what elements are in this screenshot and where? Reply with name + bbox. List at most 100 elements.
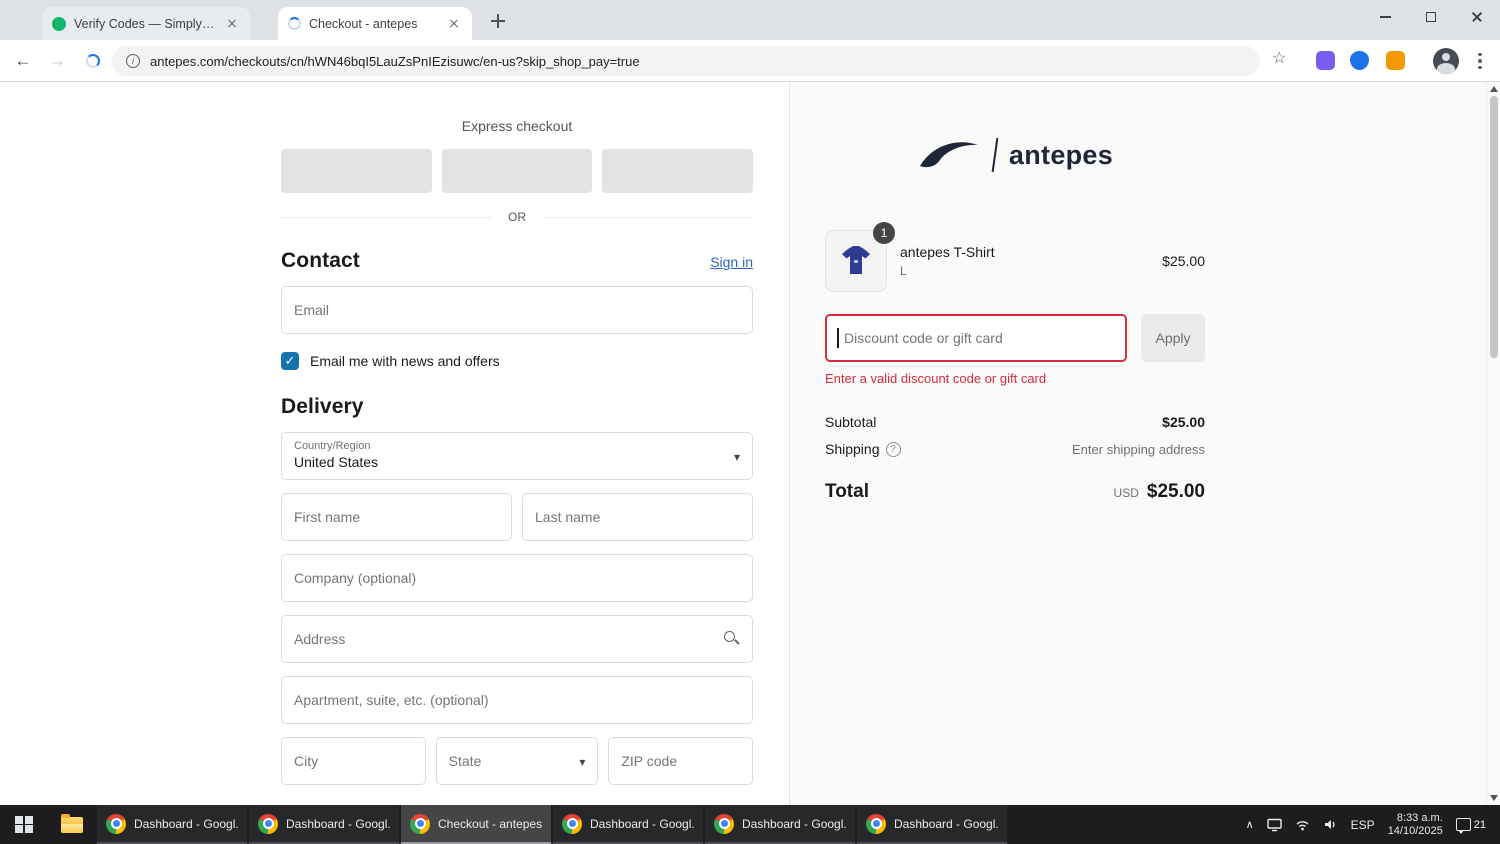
taskbar-clock[interactable]: 8:33 a.m. 14/10/2025: [1388, 812, 1443, 838]
cart-line-item: 1 antepes T-Shirt L $25.00: [825, 222, 1205, 292]
folder-icon: [61, 813, 83, 833]
window-maximize-button[interactable]: [1408, 0, 1454, 34]
zip-field[interactable]: [608, 737, 754, 785]
tray-expand-icon[interactable]: [1246, 818, 1254, 831]
tab-simplycodes[interactable]: Verify Codes — SimplyCodes: [42, 7, 250, 40]
express-checkout-title: Express checkout: [461, 118, 573, 134]
store-logo: antepes: [825, 136, 1205, 174]
address-field[interactable]: [281, 615, 753, 663]
profile-avatar[interactable]: [1433, 48, 1459, 74]
taskbar-app-label: Dashboard - Googl...: [286, 816, 390, 831]
tab-close-icon[interactable]: [446, 16, 462, 32]
tab-close-icon[interactable]: [224, 16, 240, 32]
logo-swoosh-icon: [919, 142, 978, 168]
windows-taskbar: Dashboard - Googl... Dashboard - Googl..…: [0, 805, 1500, 844]
page-scrollbar[interactable]: [1486, 82, 1500, 805]
newsletter-label: Email me with news and offers: [310, 353, 500, 369]
taskbar-app-label: Dashboard - Googl...: [590, 816, 694, 831]
state-select[interactable]: State: [435, 737, 599, 785]
tshirt-image-icon: [842, 246, 870, 274]
taskbar-app-dashboard-5[interactable]: Dashboard - Googl...: [857, 805, 1007, 844]
language-indicator[interactable]: ESP: [1351, 818, 1375, 832]
country-value: United States: [294, 454, 379, 470]
forward-button-icon[interactable]: [44, 48, 70, 74]
cost-summary: Subtotal $25.00 Shipping Enter shipping …: [825, 414, 1205, 503]
extension-icon-3[interactable]: [1386, 51, 1405, 70]
page-loading-spinner-icon[interactable]: [80, 48, 106, 74]
product-thumbnail: 1: [825, 222, 895, 292]
discount-code-input[interactable]: [825, 314, 1127, 362]
search-icon: [724, 631, 740, 647]
window-close-button[interactable]: [1454, 0, 1500, 34]
new-tab-button[interactable]: [486, 9, 510, 33]
express-pay-button-placeholder[interactable]: [281, 149, 432, 193]
tab-checkout[interactable]: Checkout - antepes: [278, 7, 472, 40]
last-name-field[interactable]: [522, 493, 753, 541]
newsletter-checkbox[interactable]: [281, 352, 299, 370]
total-value: $25.00: [1146, 481, 1205, 502]
notification-count-badge: 21: [1473, 819, 1486, 831]
scroll-up-arrow-icon[interactable]: [1489, 86, 1498, 92]
chrome-icon: [866, 813, 886, 834]
express-pay-button-placeholder[interactable]: [602, 149, 754, 193]
tab-title: Checkout - antepes: [309, 16, 418, 31]
extension-icon-2[interactable]: [1350, 51, 1369, 70]
express-pay-button-placeholder[interactable]: [441, 149, 593, 193]
scroll-down-arrow-icon[interactable]: [1490, 795, 1498, 801]
chrome-icon: [410, 813, 430, 834]
shipping-label: Shipping: [825, 441, 880, 457]
first-name-field[interactable]: [281, 493, 512, 541]
country-select[interactable]: Country/Region United States: [281, 432, 753, 480]
subtotal-label: Subtotal: [825, 414, 877, 430]
browser-menu-icon[interactable]: [1478, 49, 1482, 73]
sign-in-link[interactable]: Sign in: [710, 254, 753, 270]
taskbar-app-dashboard-2[interactable]: Dashboard - Googl...: [249, 805, 399, 844]
back-button-icon[interactable]: [10, 48, 36, 74]
tray-volume-icon[interactable]: [1323, 817, 1338, 832]
state-label: State: [448, 753, 482, 769]
clock-time: 8:33 a.m.: [1396, 811, 1443, 824]
apartment-field[interactable]: [281, 676, 753, 724]
delivery-heading: Delivery: [281, 395, 364, 418]
express-checkout-buttons: [281, 149, 754, 193]
simplycodes-favicon-icon: [52, 16, 66, 31]
subtotal-value: $25.00: [1162, 414, 1205, 430]
email-field[interactable]: [281, 286, 753, 334]
total-label: Total: [825, 481, 869, 502]
contact-heading: Contact: [281, 249, 360, 272]
discount-error-message: Enter a valid discount code or gift card: [825, 371, 1047, 386]
checkout-page: Express checkout OR Contact Sign in Emai…: [0, 82, 1500, 805]
start-button[interactable]: [0, 805, 48, 844]
action-center-button[interactable]: 21: [1455, 818, 1490, 834]
browser-toolbar: antepes.com/checkouts/cn/hWN46bqI5LauZsP…: [0, 40, 1500, 82]
file-explorer-button[interactable]: [48, 805, 96, 844]
extension-icon-1[interactable]: [1316, 51, 1335, 70]
scrollbar-thumb[interactable]: [1490, 96, 1498, 358]
tray-display-icon[interactable]: [1266, 817, 1282, 832]
window-minimize-button[interactable]: [1362, 0, 1408, 34]
chevron-down-icon: [734, 450, 740, 464]
apply-discount-button[interactable]: Apply: [1141, 314, 1205, 362]
product-name: antepes T-Shirt: [900, 244, 995, 260]
product-variant: L: [900, 264, 907, 278]
text-caret: [837, 328, 839, 348]
taskbar-app-dashboard-1[interactable]: Dashboard - Googl...: [97, 805, 247, 844]
or-label: OR: [508, 210, 526, 224]
site-info-icon[interactable]: [126, 54, 140, 68]
tray-network-icon[interactable]: [1295, 817, 1310, 832]
shipping-help-icon[interactable]: [885, 441, 901, 457]
city-field[interactable]: [281, 737, 426, 785]
taskbar-app-label: Dashboard - Googl...: [742, 816, 846, 831]
taskbar-app-dashboard-4[interactable]: Dashboard - Googl...: [705, 805, 855, 844]
taskbar-app-dashboard-3[interactable]: Dashboard - Googl...: [553, 805, 703, 844]
taskbar-app-checkout[interactable]: Checkout - antepes...: [401, 805, 551, 844]
bookmark-star-icon[interactable]: [1272, 51, 1286, 67]
quantity-badge: 1: [873, 222, 895, 244]
address-bar[interactable]: antepes.com/checkouts/cn/hWN46bqI5LauZsP…: [112, 46, 1260, 76]
company-field[interactable]: [281, 554, 753, 602]
clock-date: 14/10/2025: [1387, 824, 1443, 837]
tab-title: Verify Codes — SimplyCodes: [74, 16, 216, 31]
or-divider: OR: [281, 210, 753, 224]
chrome-icon: [106, 813, 126, 834]
browser-tabstrip: Verify Codes — SimplyCodes Checkout - an…: [0, 0, 1500, 40]
